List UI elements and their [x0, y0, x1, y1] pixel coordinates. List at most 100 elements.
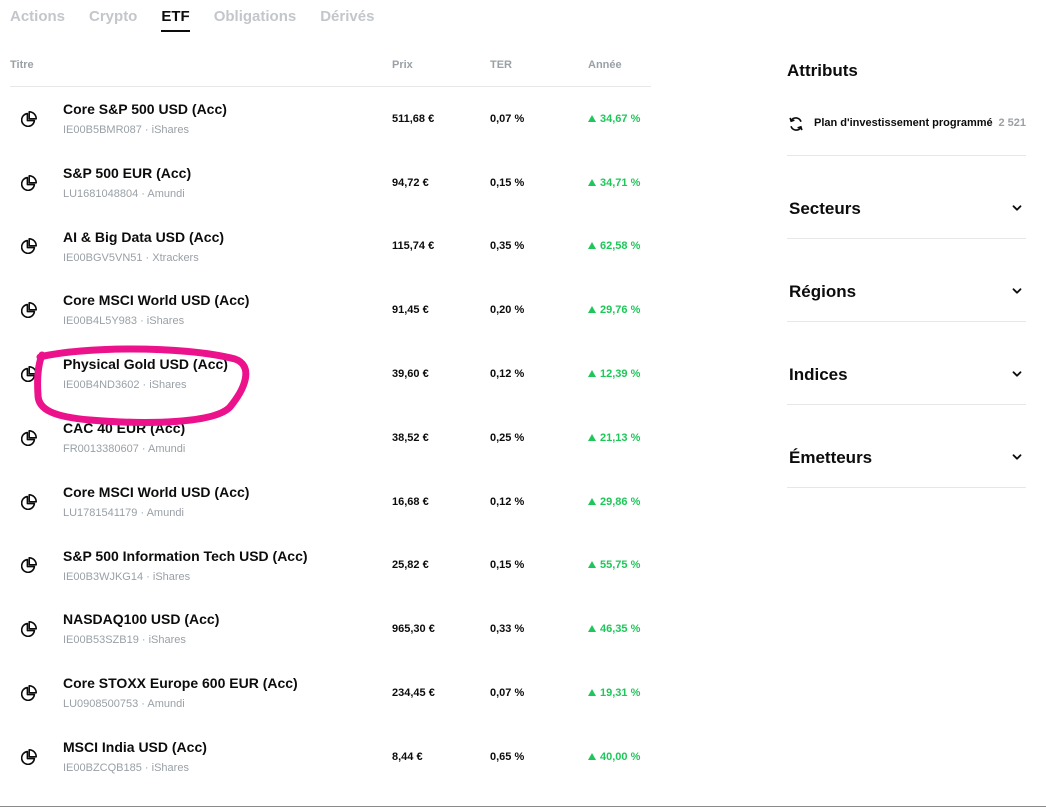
etf-isin-issuer: IE00B5BMR087 · iShares [63, 124, 189, 136]
etf-year-performance: 40,00 % [588, 751, 640, 763]
pie-chart-icon [21, 302, 37, 319]
tab-actions[interactable]: Actions [10, 0, 65, 34]
tab-derives[interactable]: Dérivés [320, 0, 374, 34]
etf-name: Physical Gold USD (Acc) [63, 356, 228, 373]
table-row[interactable]: Core STOXX Europe 600 EUR (Acc) LU0908500… [10, 661, 651, 725]
pie-chart-icon [21, 238, 37, 255]
etf-year-performance: 29,76 % [588, 304, 640, 316]
etf-year-value: 55,75 % [600, 559, 641, 572]
filter-regions[interactable]: Régions [787, 239, 1026, 322]
etf-price: 25,82 € [392, 559, 429, 572]
etf-table: Titre Prix TER Année Core S&P 500 USD (A… [10, 52, 651, 789]
etf-year-performance: 29,86 % [588, 496, 640, 508]
etf-isin-issuer: IE00BGV5VN51 · Xtrackers [63, 251, 199, 264]
table-row[interactable]: Core MSCI World USD (Acc) IE00B4L5Y983 · … [10, 278, 651, 342]
filter-secteurs[interactable]: Secteurs [787, 156, 1026, 239]
etf-price: 39,60 € [392, 368, 429, 381]
up-arrow-icon [588, 178, 596, 186]
etf-ter: 0,65 % [490, 750, 525, 763]
etf-isin-issuer: IE00B4L5Y983 · iShares [63, 315, 185, 328]
header-year[interactable]: Année [588, 59, 622, 71]
filter-label: Indices [789, 365, 848, 384]
pie-chart-icon [21, 685, 37, 702]
table-row[interactable]: S&P 500 EUR (Acc) LU1681048804 · Amundi 94… [10, 151, 651, 215]
etf-year-value: 29,76 % [600, 304, 641, 317]
etf-name: NASDAQ100 USD (Acc) [63, 611, 220, 628]
etf-ter: 0,25 % [490, 431, 525, 444]
up-arrow-icon [588, 625, 596, 633]
etf-name: Core MSCI World USD (Acc) [63, 483, 250, 500]
etf-year-value: 21,13 % [600, 431, 641, 444]
pie-chart-icon [21, 748, 37, 765]
header-ter[interactable]: TER [490, 59, 512, 71]
etf-isin-issuer: IE00B53SZB19 · iShares [63, 634, 186, 647]
table-row[interactable]: AI & Big Data USD (Acc) IE00BGV5VN51 · Xt… [10, 215, 651, 279]
filter-emetteurs[interactable]: Émetteurs [787, 405, 1026, 488]
etf-price: 91,45 € [392, 304, 429, 317]
up-arrow-icon [588, 114, 596, 122]
table-row[interactable]: Core MSCI World USD (Acc) LU1781541179 · … [10, 470, 651, 534]
savings-plan-count: 2 521 [998, 117, 1026, 129]
etf-isin-issuer: IE00B4ND3602 · iShares [63, 379, 187, 392]
tab-obligations[interactable]: Obligations [214, 0, 297, 34]
up-arrow-icon [588, 370, 596, 378]
etf-price: 94,72 € [392, 176, 429, 189]
filter-indices[interactable]: Indices [787, 322, 1026, 405]
chevron-down-icon [1012, 371, 1022, 377]
etf-name: AI & Big Data USD (Acc) [63, 228, 225, 245]
etf-isin-issuer: FR0013380607 · Amundi [63, 442, 186, 455]
savings-plan-filter[interactable]: Plan d'investissement programmé 2 521 [787, 95, 1026, 156]
etf-ter: 0,12 % [490, 495, 525, 508]
up-arrow-icon [588, 689, 596, 697]
etf-price: 965,30 € [392, 623, 435, 636]
etf-year-performance: 46,35 % [588, 623, 640, 635]
etf-isin-issuer: LU1781541179 · Amundi [63, 506, 184, 519]
table-row[interactable]: Physical Gold USD (Acc) IE00B4ND3602 · iS… [10, 342, 651, 406]
etf-price: 511,68 € [392, 112, 435, 125]
table-header: Titre Prix TER Année [10, 52, 651, 87]
etf-name: Core STOXX Europe 600 EUR (Acc) [63, 675, 298, 692]
etf-year-value: 34,67 % [600, 112, 641, 125]
pie-chart-icon [21, 621, 37, 638]
table-row[interactable]: S&P 500 Information Tech USD (Acc) IE00B3… [10, 534, 651, 598]
header-price[interactable]: Prix [392, 59, 413, 71]
etf-year-value: 19,31 % [600, 687, 641, 700]
etf-isin-issuer: LU0908500753 · Amundi [63, 698, 185, 711]
etf-year-performance: 34,67 % [588, 113, 640, 125]
filter-list: Secteurs Régions Indices Émetteurs [787, 156, 1026, 488]
tab-etf[interactable]: ETF [161, 0, 191, 34]
filter-label: Régions [789, 282, 857, 301]
filter-label: Secteurs [789, 199, 861, 218]
refresh-icon [789, 117, 803, 131]
up-arrow-icon [588, 752, 596, 760]
table-body: Core S&P 500 USD (Acc) IE00B5BMR087 · iSh… [10, 87, 651, 789]
table-row[interactable]: MSCI India USD (Acc) IE00BZCQB185 · iShar… [10, 725, 651, 789]
etf-ter: 0,12 % [490, 368, 525, 381]
table-row[interactable]: NASDAQ100 USD (Acc) IE00B53SZB19 · iShare… [10, 597, 651, 661]
etf-ter: 0,15 % [490, 176, 525, 189]
savings-plan-label: Plan d'investissement programmé [814, 117, 993, 129]
table-row[interactable]: CAC 40 EUR (Acc) FR0013380607 · Amundi 38,… [10, 406, 651, 470]
etf-year-performance: 19,31 % [588, 687, 640, 699]
pie-chart-icon [21, 493, 37, 510]
etf-year-performance: 34,71 % [588, 177, 640, 189]
up-arrow-icon [588, 306, 596, 314]
table-row[interactable]: Core S&P 500 USD (Acc) IE00B5BMR087 · iSh… [10, 87, 651, 151]
etf-year-value: 62,58 % [600, 240, 641, 253]
etf-year-performance: 21,13 % [588, 432, 640, 444]
etf-year-value: 34,71 % [600, 176, 641, 189]
etf-price: 38,52 € [392, 431, 429, 444]
etf-ter: 0,07 % [490, 687, 525, 700]
sidebar-title: Attributs [787, 61, 858, 80]
asset-tabs: Actions Crypto ETF Obligations Dérivés [10, 0, 374, 36]
etf-price: 234,45 € [392, 687, 435, 700]
etf-price: 8,44 € [392, 750, 423, 763]
etf-name: CAC 40 EUR (Acc) [63, 419, 186, 436]
pie-chart-icon [21, 174, 37, 191]
chevron-down-icon [1012, 205, 1022, 211]
tab-crypto[interactable]: Crypto [89, 0, 137, 34]
etf-isin-issuer: LU1681048804 · Amundi [63, 187, 185, 200]
header-title[interactable]: Titre [10, 59, 34, 71]
pie-chart-icon [21, 557, 37, 574]
up-arrow-icon [588, 242, 596, 250]
